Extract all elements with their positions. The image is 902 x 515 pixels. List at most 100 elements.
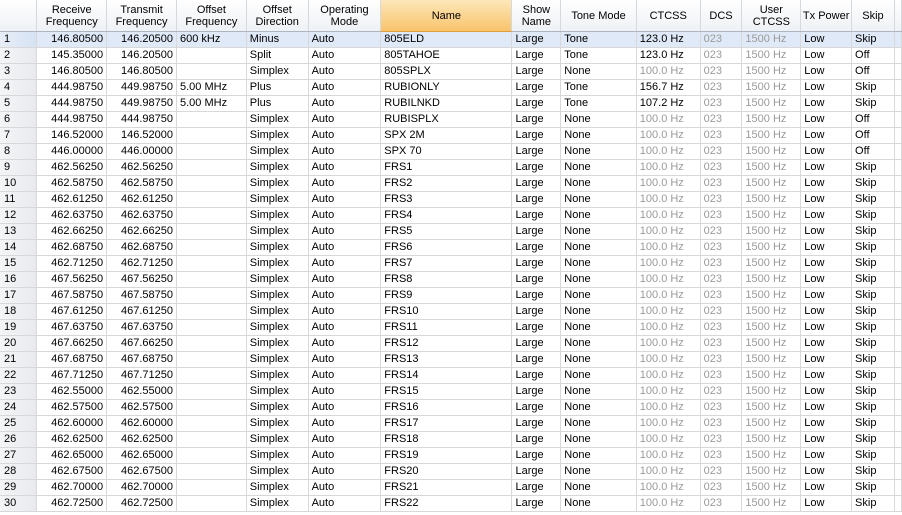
cell-offset-direction[interactable]: Simplex xyxy=(246,303,309,320)
cell-transmit-frequency[interactable]: 467.68750 xyxy=(106,351,177,368)
cell-dcs[interactable]: 023 xyxy=(700,127,743,144)
header-transmit-frequency[interactable]: Transmit Frequency xyxy=(106,0,177,32)
table-row[interactable]: 15 462.71250 462.71250 Simplex Auto FRS7 Large… xyxy=(0,255,902,272)
cell-offset-frequency[interactable] xyxy=(176,367,247,384)
cell-transmit-frequency[interactable]: 449.98750 xyxy=(106,95,177,112)
cell-offset-direction[interactable]: Simplex xyxy=(246,431,309,448)
cell-receive-frequency[interactable]: 462.55000 xyxy=(36,383,108,400)
cell-skip[interactable]: Skip xyxy=(851,447,895,464)
cell-offset-direction[interactable]: Simplex xyxy=(246,335,309,352)
cell-skip[interactable]: Skip xyxy=(851,223,895,240)
cell-ctcss[interactable]: 100.0 Hz xyxy=(636,367,701,384)
cell-operating-mode[interactable]: Auto xyxy=(308,495,382,512)
cell-operating-mode[interactable]: Auto xyxy=(308,255,382,272)
cell-skip[interactable]: Off xyxy=(851,63,895,80)
cell-ctcss[interactable]: 100.0 Hz xyxy=(636,175,701,192)
cell-receive-frequency[interactable]: 146.80500 xyxy=(36,31,108,48)
cell-receive-frequency[interactable]: 462.67500 xyxy=(36,463,108,480)
cell-offset-direction[interactable]: Simplex xyxy=(246,351,309,368)
table-row[interactable]: 18 467.61250 467.61250 Simplex Auto FRS10 Larg… xyxy=(0,303,902,320)
cell-offset-direction[interactable]: Simplex xyxy=(246,191,309,208)
header-user-ctcss[interactable]: User CTCSS xyxy=(741,0,802,32)
cell-tone-mode[interactable]: None xyxy=(560,495,637,512)
table-row[interactable]: 14 462.68750 462.68750 Simplex Auto FRS6 Large… xyxy=(0,239,902,256)
cell-transmit-frequency[interactable]: 444.98750 xyxy=(106,111,177,128)
table-row[interactable]: 29 462.70000 462.70000 Simplex Auto FRS21 Larg… xyxy=(0,479,902,496)
cell-offset-frequency[interactable] xyxy=(176,447,247,464)
cell-ctcss[interactable]: 100.0 Hz xyxy=(636,495,701,512)
cell-user-ctcss[interactable]: 1500 Hz xyxy=(741,223,802,240)
cell-show-name[interactable]: Large xyxy=(511,367,562,384)
cell-show-name[interactable]: Large xyxy=(511,191,562,208)
cell-dcs[interactable]: 023 xyxy=(700,159,743,176)
cell-user-ctcss[interactable]: 1500 Hz xyxy=(741,351,802,368)
cell-name[interactable]: FRS8 xyxy=(380,271,513,288)
header-tx-power[interactable]: Tx Power xyxy=(800,0,853,32)
cell-skip[interactable]: Off xyxy=(851,111,895,128)
cell-operating-mode[interactable]: Auto xyxy=(308,111,382,128)
cell-name[interactable]: FRS10 xyxy=(380,303,513,320)
cell-offset-frequency[interactable] xyxy=(176,399,247,416)
cell-user-ctcss[interactable]: 1500 Hz xyxy=(741,463,802,480)
cell-tx-power[interactable]: Low xyxy=(800,127,853,144)
cell-user-ctcss[interactable]: 1500 Hz xyxy=(741,415,802,432)
cell-offset-frequency[interactable] xyxy=(176,335,247,352)
cell-skip[interactable]: Skip xyxy=(851,463,895,480)
cell-ctcss[interactable]: 100.0 Hz xyxy=(636,143,701,160)
cell-name[interactable]: FRS14 xyxy=(380,367,513,384)
cell-tx-power[interactable]: Low xyxy=(800,79,853,96)
cell-receive-frequency[interactable]: 467.66250 xyxy=(36,335,108,352)
cell-transmit-frequency[interactable]: 146.20500 xyxy=(106,47,177,64)
cell-transmit-frequency[interactable]: 462.61250 xyxy=(106,191,177,208)
cell-name[interactable]: RUBIONLY xyxy=(380,79,513,96)
cell-operating-mode[interactable]: Auto xyxy=(308,287,382,304)
cell-offset-frequency[interactable] xyxy=(176,495,247,512)
table-row[interactable]: 10 462.58750 462.58750 Simplex Auto FRS2 Large… xyxy=(0,175,902,192)
cell-tone-mode[interactable]: Tone xyxy=(560,47,637,64)
cell-name[interactable]: FRS18 xyxy=(380,431,513,448)
cell-offset-direction[interactable]: Simplex xyxy=(246,111,309,128)
cell-offset-direction[interactable]: Plus xyxy=(246,79,309,96)
cell-user-ctcss[interactable]: 1500 Hz xyxy=(741,95,802,112)
cell-show-name[interactable]: Large xyxy=(511,31,562,48)
cell-offset-direction[interactable]: Simplex xyxy=(246,287,309,304)
cell-name[interactable]: FRS17 xyxy=(380,415,513,432)
cell-user-ctcss[interactable]: 1500 Hz xyxy=(741,159,802,176)
cell-show-name[interactable]: Large xyxy=(511,95,562,112)
cell-operating-mode[interactable]: Auto xyxy=(308,239,382,256)
cell-show-name[interactable]: Large xyxy=(511,479,562,496)
cell-user-ctcss[interactable]: 1500 Hz xyxy=(741,175,802,192)
cell-ctcss[interactable]: 100.0 Hz xyxy=(636,127,701,144)
cell-operating-mode[interactable]: Auto xyxy=(308,159,382,176)
cell-tx-power[interactable]: Low xyxy=(800,495,853,512)
cell-skip[interactable]: Skip xyxy=(851,367,895,384)
cell-tx-power[interactable]: Low xyxy=(800,31,853,48)
cell-transmit-frequency[interactable]: 467.66250 xyxy=(106,335,177,352)
table-row[interactable]: 22 467.71250 467.71250 Simplex Auto FRS14 Larg… xyxy=(0,367,902,384)
cell-tx-power[interactable]: Low xyxy=(800,447,853,464)
table-row[interactable]: 30 462.72500 462.72500 Simplex Auto FRS22 Larg… xyxy=(0,495,902,512)
cell-transmit-frequency[interactable]: 449.98750 xyxy=(106,79,177,96)
cell-user-ctcss[interactable]: 1500 Hz xyxy=(741,143,802,160)
cell-show-name[interactable]: Large xyxy=(511,463,562,480)
cell-operating-mode[interactable]: Auto xyxy=(308,447,382,464)
cell-dcs[interactable]: 023 xyxy=(700,367,743,384)
cell-offset-frequency[interactable] xyxy=(176,319,247,336)
cell-user-ctcss[interactable]: 1500 Hz xyxy=(741,303,802,320)
cell-offset-direction[interactable]: Simplex xyxy=(246,447,309,464)
cell-tone-mode[interactable]: None xyxy=(560,367,637,384)
cell-show-name[interactable]: Large xyxy=(511,319,562,336)
table-row[interactable]: 9 462.56250 462.56250 Simplex Auto FRS1 Large N… xyxy=(0,159,902,176)
table-row[interactable]: 21 467.68750 467.68750 Simplex Auto FRS13 Larg… xyxy=(0,351,902,368)
cell-skip[interactable]: Skip xyxy=(851,159,895,176)
cell-offset-direction[interactable]: Simplex xyxy=(246,207,309,224)
cell-name[interactable]: FRS1 xyxy=(380,159,513,176)
cell-show-name[interactable]: Large xyxy=(511,239,562,256)
cell-transmit-frequency[interactable]: 462.60000 xyxy=(106,415,177,432)
cell-tone-mode[interactable]: None xyxy=(560,239,637,256)
cell-name[interactable]: SPX 70 xyxy=(380,143,513,160)
cell-user-ctcss[interactable]: 1500 Hz xyxy=(741,335,802,352)
cell-dcs[interactable]: 023 xyxy=(700,111,743,128)
cell-tone-mode[interactable]: None xyxy=(560,63,637,80)
cell-operating-mode[interactable]: Auto xyxy=(308,47,382,64)
